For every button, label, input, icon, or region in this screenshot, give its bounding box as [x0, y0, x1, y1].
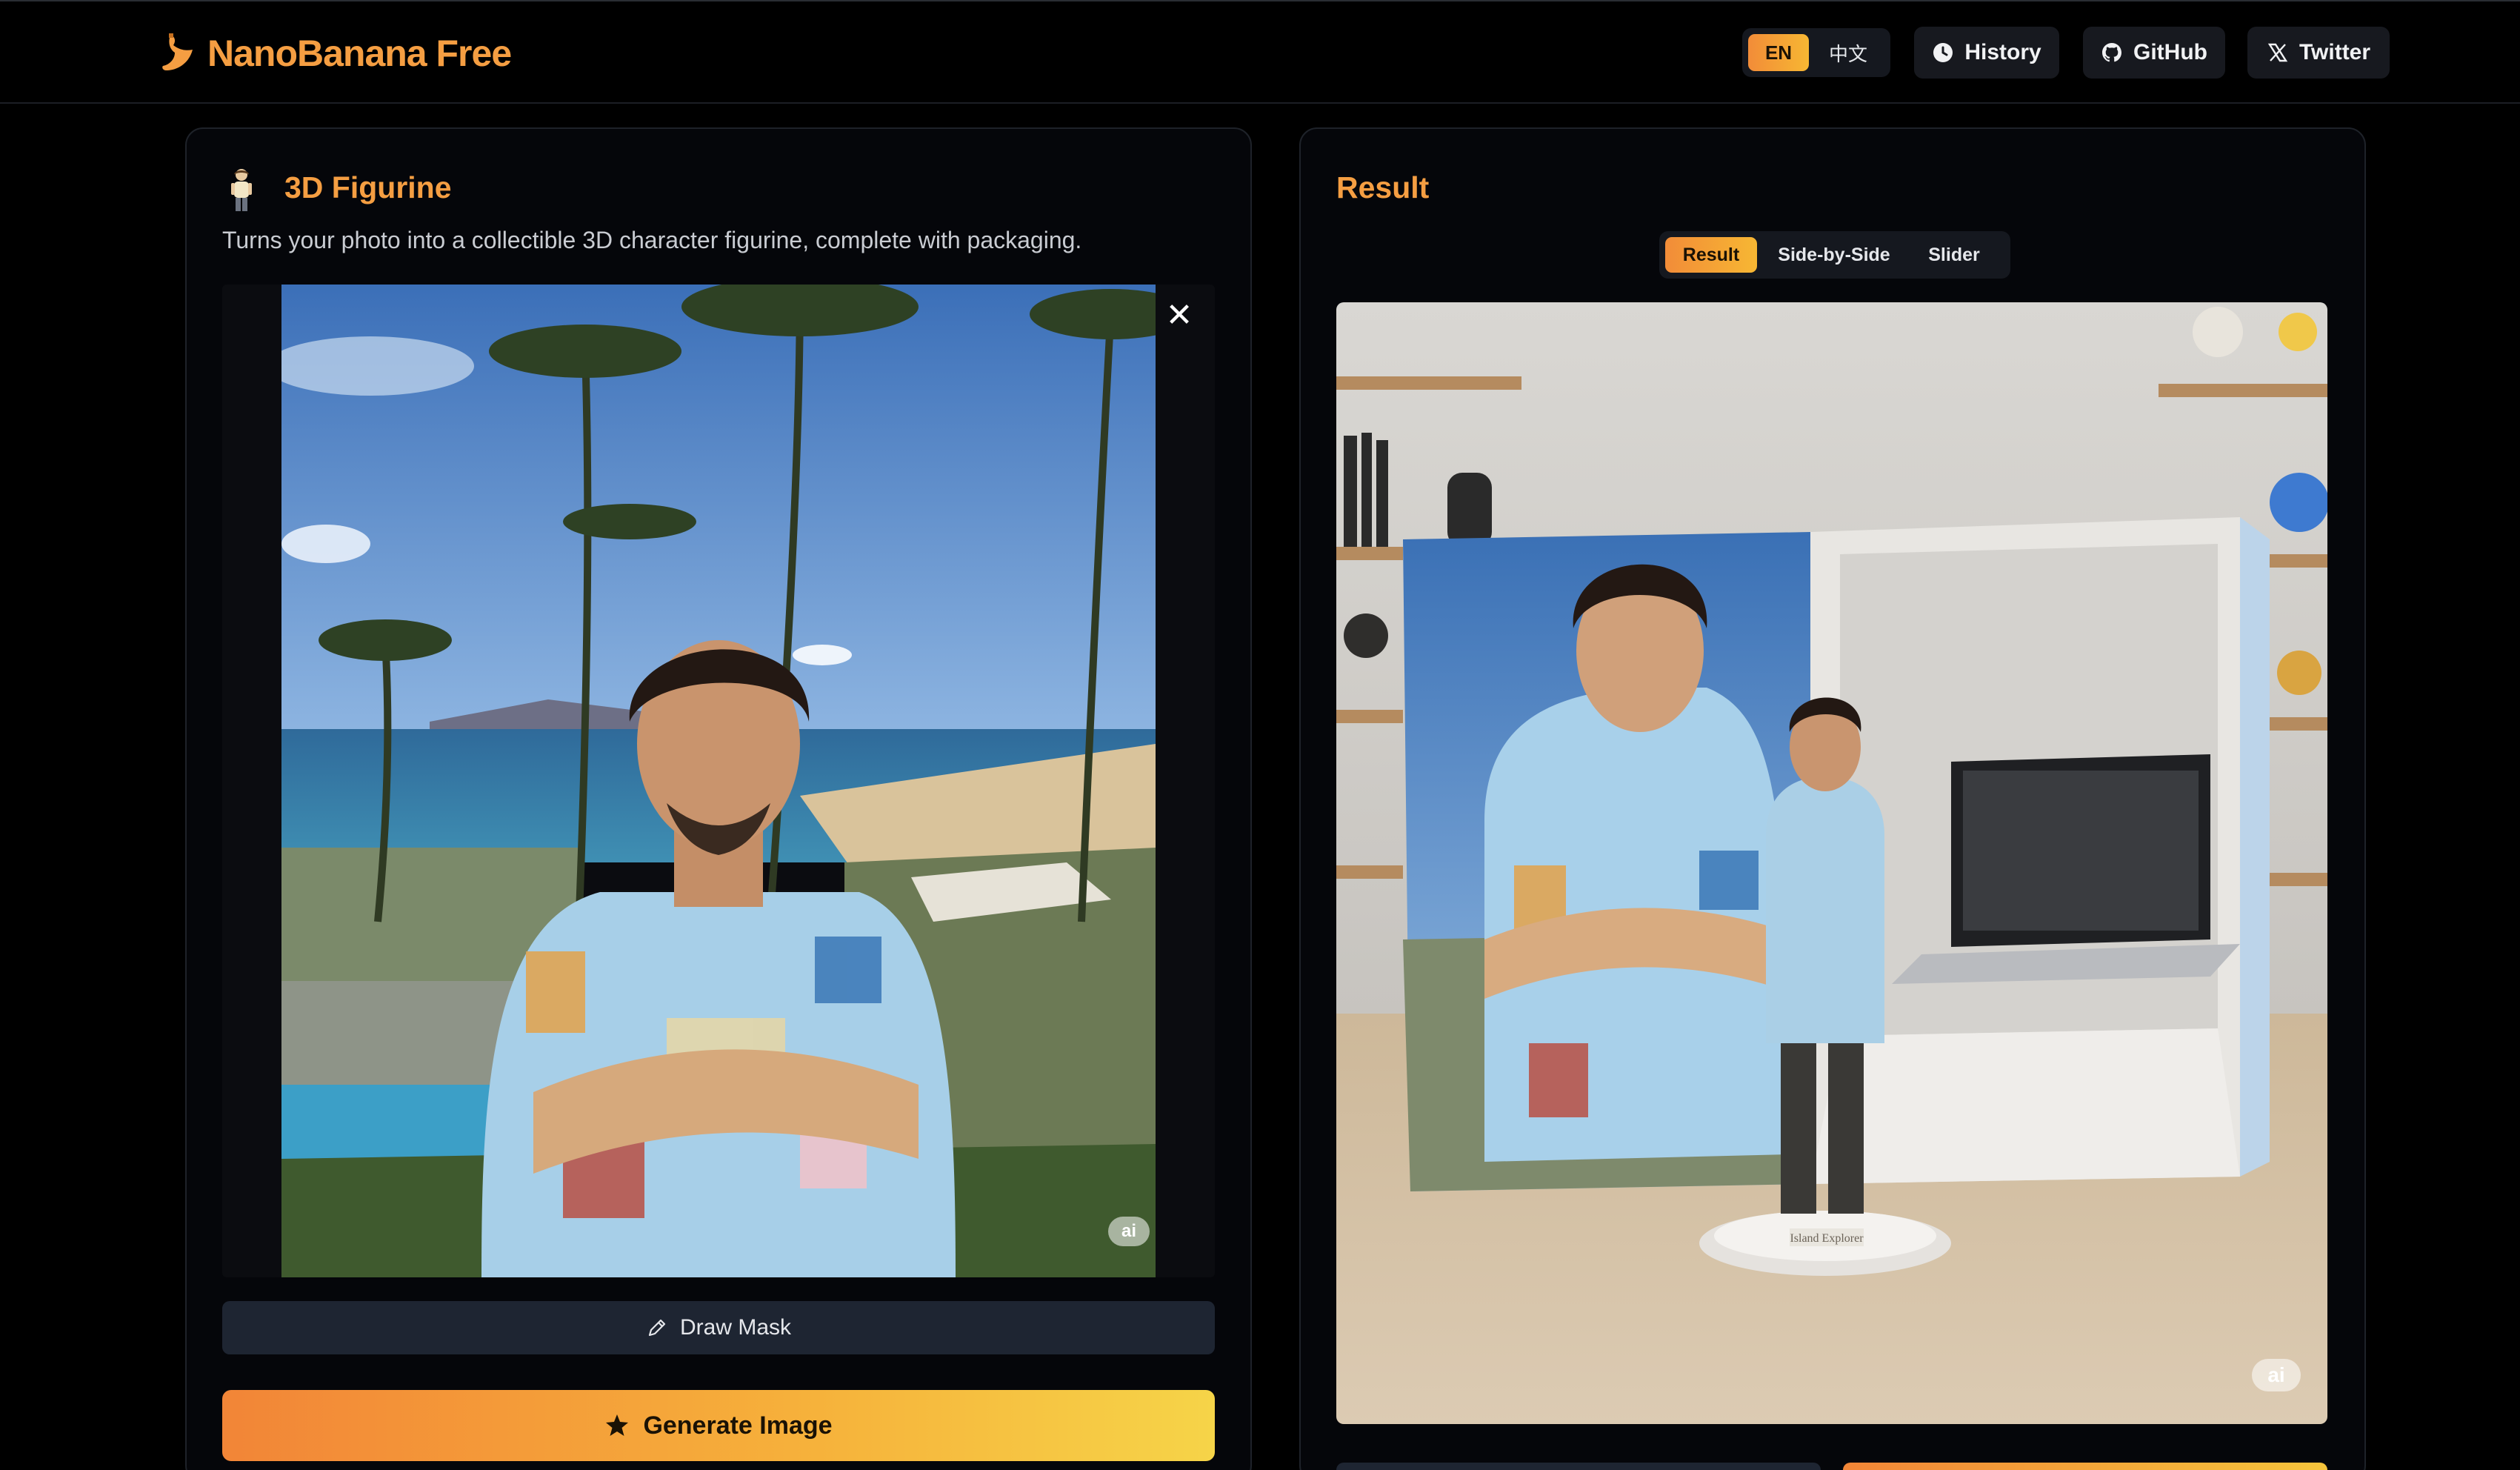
brand[interactable]: NanoBanana Free — [160, 28, 512, 79]
draw-mask-label: Draw Mask — [679, 1315, 791, 1340]
history-button[interactable]: History — [1914, 27, 2059, 79]
tab-result[interactable]: Result — [1665, 237, 1757, 273]
primary-action-button[interactable] — [1843, 1463, 2327, 1470]
result-card: Result Result Side-by-Side Slider Island… — [1299, 127, 2366, 1470]
uploaded-image-preview: ✕ ai — [222, 285, 1215, 1277]
result-image: Island Explorer ai — [1336, 302, 2327, 1424]
tab-slider[interactable]: Slider — [1911, 237, 1997, 273]
result-figurine-scene: Island Explorer — [1336, 302, 2327, 1424]
uploaded-photo — [281, 285, 1156, 1277]
history-label: History — [1964, 40, 2041, 64]
draw-mask-button[interactable]: Draw Mask — [222, 1301, 1215, 1354]
brand-name: NanoBanana Free — [207, 33, 512, 74]
banana-logo-icon — [162, 33, 193, 70]
twitter-label: Twitter — [2299, 40, 2371, 64]
github-label: GitHub — [2133, 40, 2207, 64]
clock-icon — [1933, 43, 1953, 62]
language-toggle: EN 中文 — [1742, 28, 1890, 77]
stand-plaque-text: Island Explorer — [1790, 1232, 1864, 1245]
lang-zh-button[interactable]: 中文 — [1815, 34, 1881, 71]
close-icon[interactable]: ✕ — [1163, 299, 1196, 332]
result-watermark-badge: ai — [2252, 1359, 2301, 1391]
github-button[interactable]: GitHub — [2083, 27, 2225, 79]
generate-label: Generate Image — [643, 1411, 833, 1440]
tab-side-by-side[interactable]: Side-by-Side — [1761, 237, 1907, 273]
github-icon — [2102, 43, 2121, 62]
figurine-icon — [231, 169, 252, 211]
watermark-badge: ai — [1108, 1217, 1150, 1246]
transform-card: 3D Figurine Turns your photo into a coll… — [185, 127, 1252, 1470]
star-icon — [606, 1414, 629, 1436]
secondary-action-button[interactable] — [1336, 1463, 1821, 1470]
result-title: Result — [1336, 170, 1430, 204]
view-mode-tabs: Result Side-by-Side Slider — [1659, 231, 2010, 279]
transform-description: Turns your photo into a collectible 3D c… — [222, 227, 1082, 253]
x-logo-icon — [2267, 43, 2288, 62]
generate-image-button[interactable]: Generate Image — [222, 1390, 1215, 1461]
pencil-icon — [648, 1319, 666, 1337]
lang-en-button[interactable]: EN — [1748, 34, 1809, 71]
transform-title: 3D Figurine — [284, 170, 452, 204]
twitter-button[interactable]: Twitter — [2247, 27, 2390, 79]
top-header: NanoBanana Free EN 中文 History GitHub Twi… — [0, 0, 2520, 104]
